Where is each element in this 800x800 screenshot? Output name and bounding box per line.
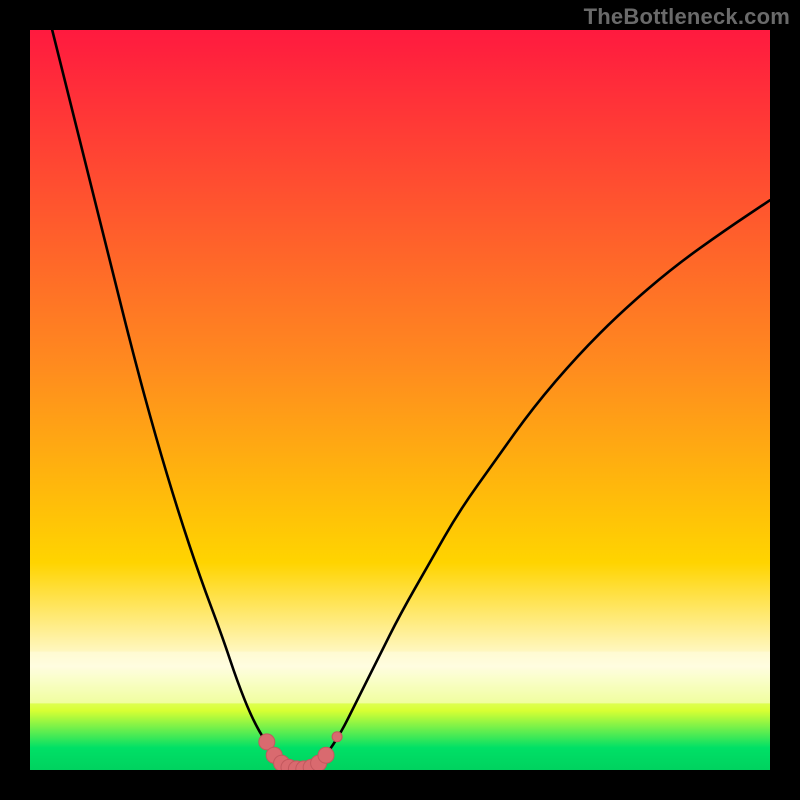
chart-frame: TheBottleneck.com [0,0,800,800]
plot-svg [30,30,770,770]
marker-dot [318,747,334,763]
marker-dot [332,732,342,742]
watermark-label: TheBottleneck.com [584,4,790,30]
plot-area [30,30,770,770]
pale-band [30,652,770,704]
